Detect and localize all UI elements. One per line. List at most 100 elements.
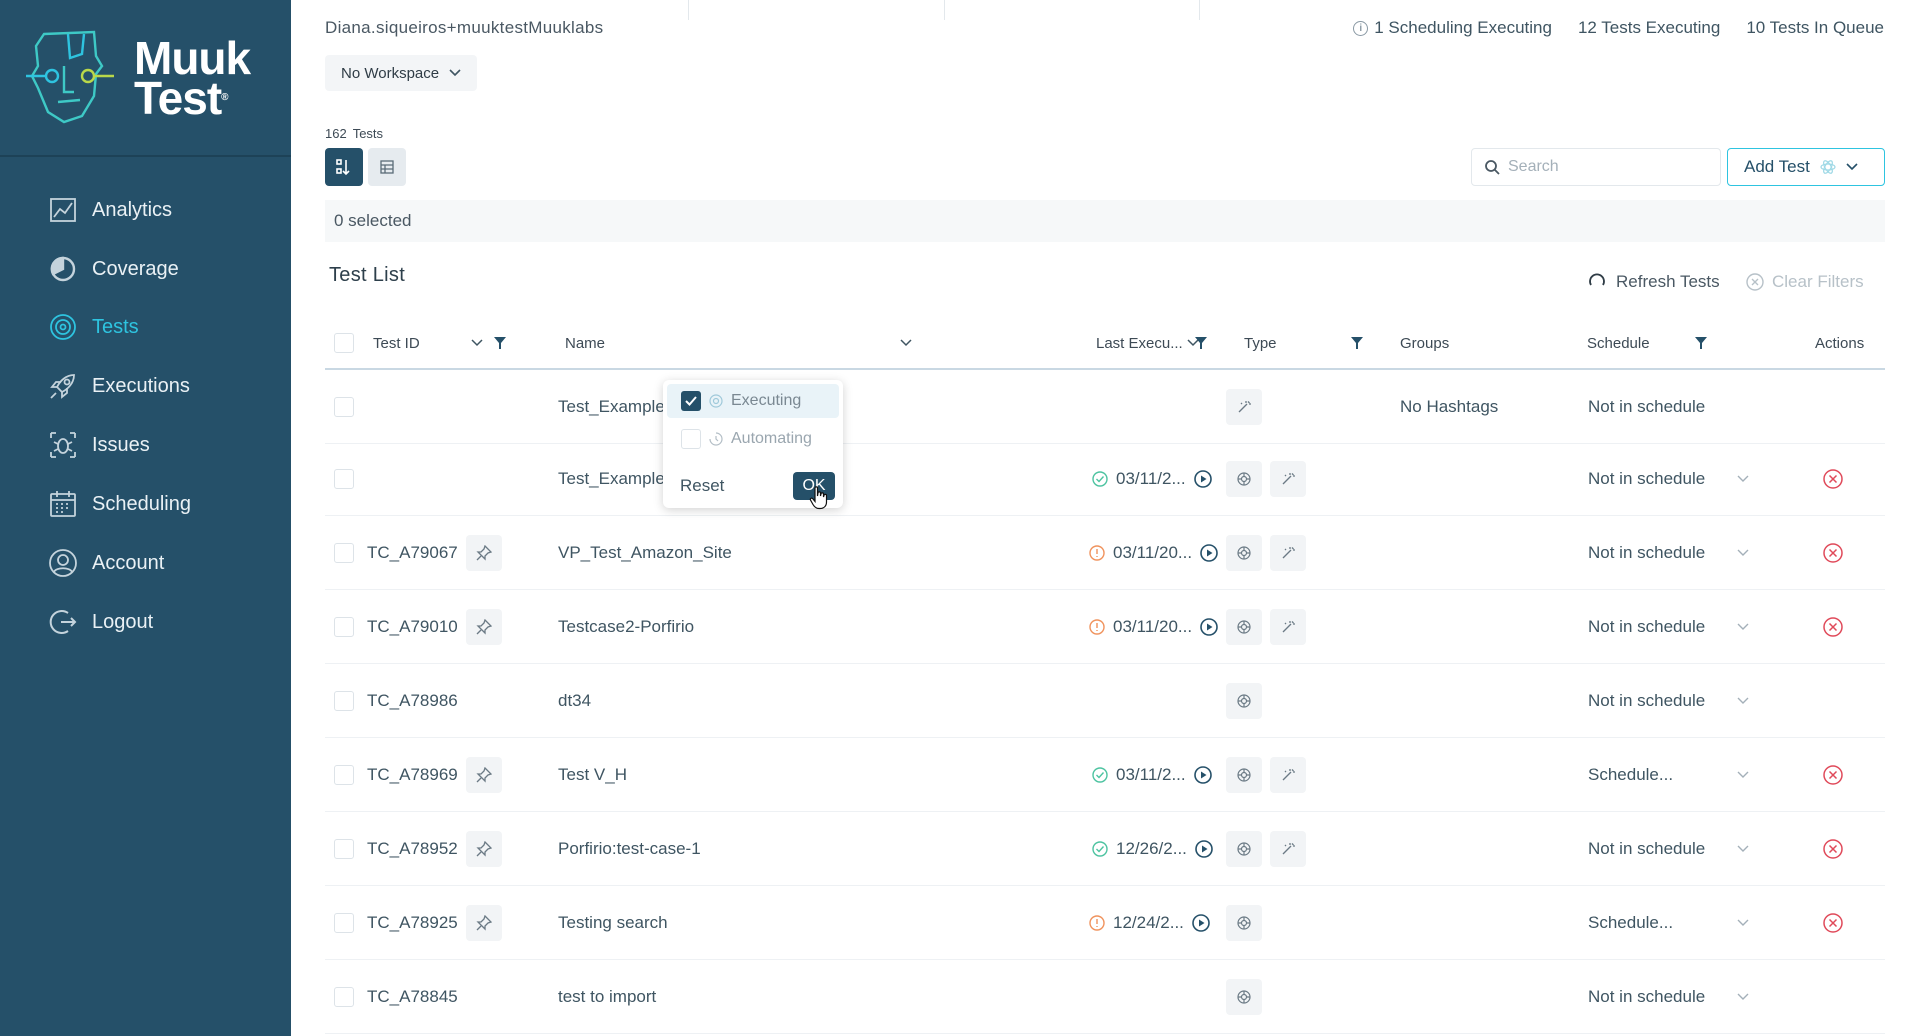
sidebar-item-tests[interactable]: Tests [48, 307, 139, 347]
row-checkbox[interactable] [334, 987, 354, 1007]
sidebar-item-logout[interactable]: Logout [48, 602, 153, 642]
type-execute-cell[interactable] [1226, 516, 1262, 590]
test-name[interactable]: Porfirio:test-case-1 [558, 812, 701, 886]
test-id[interactable]: TC_A78925 [367, 886, 458, 960]
sidebar-item-issues[interactable]: Issues [48, 425, 150, 465]
test-id[interactable]: TC_A79067 [367, 516, 458, 590]
checkbox-checked[interactable] [681, 391, 701, 411]
schedule-select[interactable]: Not in schedule [1588, 442, 1749, 516]
type-execute-cell[interactable] [1226, 664, 1262, 738]
table-row[interactable]: TC_A78845 test to import Not in schedule [325, 960, 1885, 1034]
column-test-id[interactable]: Test ID [373, 318, 420, 368]
table-row[interactable]: TC_A78969 Test V_H 03/11/2... Schedule... [325, 738, 1885, 812]
type-edit-cell[interactable] [1270, 590, 1306, 664]
filter-type[interactable] [1350, 318, 1364, 368]
sidebar-item-coverage[interactable]: Coverage [48, 249, 179, 289]
column-schedule[interactable]: Schedule [1587, 318, 1650, 368]
type-edit-cell[interactable] [1270, 738, 1306, 812]
select-all-checkbox[interactable] [334, 333, 354, 353]
play-icon[interactable] [1200, 618, 1218, 636]
sidebar-item-executions[interactable]: Executions [48, 366, 190, 406]
type-execute-cell[interactable] [1226, 960, 1262, 1034]
play-icon[interactable] [1193, 470, 1212, 488]
test-name[interactable]: Testcase2-Porfirio [558, 590, 694, 664]
test-id[interactable]: TC_A78986 [367, 664, 458, 738]
type-edit-cell[interactable] [1270, 812, 1306, 886]
column-groups[interactable]: Groups [1400, 318, 1449, 368]
pin-button[interactable] [466, 738, 502, 812]
test-id[interactable]: TC_A78845 [367, 960, 458, 1034]
type-execute-cell[interactable] [1226, 812, 1262, 886]
filter-schedule[interactable] [1694, 318, 1708, 368]
sort-test-id[interactable] [471, 318, 483, 368]
row-checkbox[interactable] [334, 839, 354, 859]
test-id[interactable]: TC_A78952 [367, 812, 458, 886]
add-test-button[interactable]: Add Test [1727, 148, 1885, 186]
pin-button[interactable] [466, 812, 502, 886]
refresh-tests-button[interactable]: Refresh Tests [1588, 272, 1720, 292]
row-checkbox[interactable] [334, 469, 354, 489]
schedule-select[interactable]: Not in schedule [1588, 812, 1749, 886]
sort-name[interactable] [900, 318, 912, 368]
column-type[interactable]: Type [1244, 318, 1277, 368]
delete-test-button[interactable] [1823, 516, 1843, 590]
delete-test-button[interactable] [1823, 590, 1843, 664]
schedule-select[interactable]: Not in schedule [1588, 516, 1749, 590]
table-row[interactable]: Test_Example_VP No Hashtags Not in schedul… [325, 370, 1885, 444]
filter-last-execution[interactable] [1194, 318, 1208, 368]
play-icon[interactable] [1195, 840, 1213, 858]
type-edit-cell[interactable] [1226, 370, 1262, 444]
grid-view-button[interactable] [368, 148, 406, 186]
test-name[interactable]: dt34 [558, 664, 591, 738]
schedule-select[interactable]: Schedule... [1588, 738, 1749, 812]
schedule-select[interactable]: Not in schedule [1588, 370, 1748, 444]
table-row[interactable]: TC_A79067 VP_Test_Amazon_Site 03/11/20... N… [325, 516, 1885, 590]
play-icon[interactable] [1192, 914, 1210, 932]
test-name[interactable]: Test V_H [558, 738, 627, 812]
table-row[interactable]: TC_A78952 Porfirio:test-case-1 12/26/2... N… [325, 812, 1885, 886]
schedule-select[interactable]: Not in schedule [1588, 590, 1749, 664]
clear-filters-button[interactable]: Clear Filters [1746, 272, 1864, 292]
delete-test-button[interactable] [1823, 886, 1843, 960]
row-checkbox[interactable] [334, 543, 354, 563]
list-view-button[interactable] [325, 148, 363, 186]
pin-button[interactable] [466, 516, 502, 590]
type-edit-cell[interactable] [1270, 442, 1306, 516]
pin-button[interactable] [466, 590, 502, 664]
schedule-select[interactable]: Not in schedule [1588, 664, 1749, 738]
row-checkbox[interactable] [334, 765, 354, 785]
schedule-select[interactable]: Schedule... [1588, 886, 1749, 960]
filter-test-id[interactable] [493, 318, 507, 368]
delete-test-button[interactable] [1823, 812, 1843, 886]
table-row[interactable]: TC_A79010 Testcase2-Porfirio 03/11/20... No… [325, 590, 1885, 664]
table-row[interactable]: TC_A78925 Testing search 12/24/2... Schedul… [325, 886, 1885, 960]
test-name[interactable]: test to import [558, 960, 656, 1034]
table-row[interactable]: TC_A78986 dt34 Not in schedule [325, 664, 1885, 738]
delete-test-button[interactable] [1823, 738, 1843, 812]
test-id[interactable]: TC_A78969 [367, 738, 458, 812]
row-checkbox[interactable] [334, 913, 354, 933]
sidebar-item-scheduling[interactable]: Scheduling [48, 484, 191, 524]
type-execute-cell[interactable] [1226, 738, 1262, 812]
test-name[interactable]: Testing search [558, 886, 668, 960]
search-input[interactable] [1508, 158, 1708, 176]
test-id[interactable]: TC_A79010 [367, 590, 458, 664]
filter-option-automating[interactable]: Automating [667, 422, 839, 456]
filter-reset-button[interactable]: Reset [680, 476, 724, 496]
scheduling-executing-status[interactable]: i 1 Scheduling Executing [1353, 18, 1552, 38]
row-checkbox[interactable] [334, 397, 354, 417]
type-execute-cell[interactable] [1226, 590, 1262, 664]
pin-button[interactable] [466, 886, 502, 960]
schedule-select[interactable]: Not in schedule [1588, 960, 1749, 1034]
sidebar-item-account[interactable]: Account [48, 543, 164, 583]
play-icon[interactable] [1193, 766, 1212, 784]
column-name[interactable]: Name [565, 318, 605, 368]
delete-test-button[interactable] [1823, 442, 1843, 516]
play-icon[interactable] [1200, 544, 1218, 562]
checkbox-unchecked[interactable] [681, 429, 701, 449]
test-name[interactable]: VP_Test_Amazon_Site [558, 516, 732, 590]
type-execute-cell[interactable] [1226, 442, 1262, 516]
tests-in-queue-status[interactable]: 10 Tests In Queue [1746, 18, 1884, 38]
type-edit-cell[interactable] [1270, 516, 1306, 590]
column-last-execution[interactable]: Last Execu... [1096, 318, 1199, 368]
